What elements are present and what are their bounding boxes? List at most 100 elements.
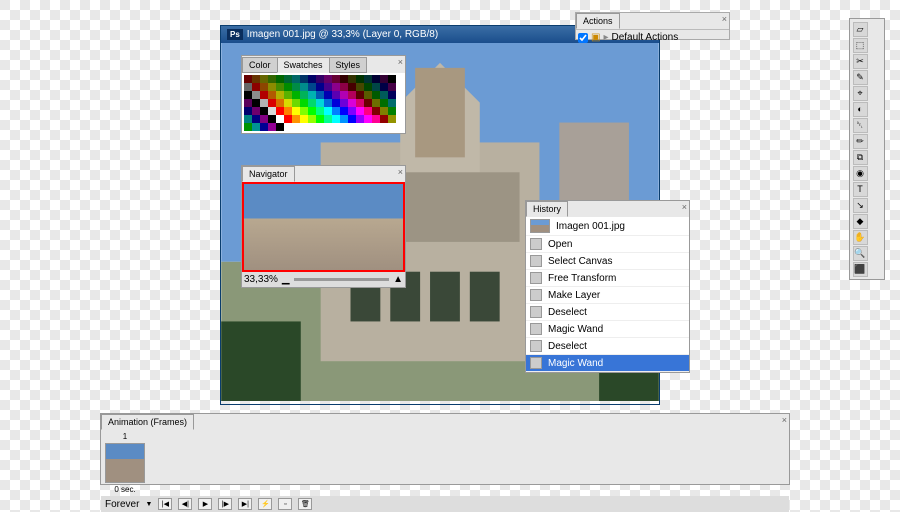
swatch[interactable]: [292, 75, 300, 83]
swatch[interactable]: [284, 75, 292, 83]
swatch[interactable]: [324, 83, 332, 91]
swatch[interactable]: [324, 75, 332, 83]
swatch[interactable]: [356, 107, 364, 115]
swatch[interactable]: [260, 83, 268, 91]
swatch[interactable]: [388, 91, 396, 99]
frame-duration[interactable]: 0 sec.: [103, 485, 147, 494]
swatch[interactable]: [372, 115, 380, 123]
swatch[interactable]: [244, 107, 252, 115]
swatch[interactable]: [372, 75, 380, 83]
swatch[interactable]: [348, 83, 356, 91]
swatch[interactable]: [332, 115, 340, 123]
tab-swatches[interactable]: Swatches: [277, 57, 330, 73]
swatch[interactable]: [268, 75, 276, 83]
swatch[interactable]: [300, 99, 308, 107]
swatch[interactable]: [308, 107, 316, 115]
swatch[interactable]: [372, 107, 380, 115]
swatch[interactable]: [364, 99, 372, 107]
swatch[interactable]: [332, 99, 340, 107]
swatch[interactable]: [364, 115, 372, 123]
swatch[interactable]: [388, 75, 396, 83]
swatch[interactable]: [348, 115, 356, 123]
swatch[interactable]: [348, 99, 356, 107]
swatch[interactable]: [388, 83, 396, 91]
swatch[interactable]: [276, 91, 284, 99]
swatch[interactable]: [244, 123, 252, 131]
tool-11[interactable]: ↘: [853, 198, 868, 213]
swatch[interactable]: [268, 99, 276, 107]
tab-navigator[interactable]: Navigator: [242, 166, 295, 182]
tool-5[interactable]: ◐: [853, 102, 868, 117]
swatch[interactable]: [364, 91, 372, 99]
swatch[interactable]: [388, 115, 396, 123]
swatch[interactable]: [244, 115, 252, 123]
swatch[interactable]: [260, 123, 268, 131]
swatch[interactable]: [316, 107, 324, 115]
swatch[interactable]: [340, 75, 348, 83]
swatch[interactable]: [356, 75, 364, 83]
swatch[interactable]: [284, 123, 292, 131]
swatch[interactable]: [364, 75, 372, 83]
swatch[interactable]: [332, 75, 340, 83]
swatch[interactable]: [356, 83, 364, 91]
swatch[interactable]: [284, 91, 292, 99]
swatch[interactable]: [268, 115, 276, 123]
tab-actions[interactable]: Actions: [576, 13, 620, 29]
swatch[interactable]: [300, 75, 308, 83]
tool-14[interactable]: 🔍: [853, 246, 868, 261]
tool-4[interactable]: ⌖: [853, 86, 868, 101]
zoom-out-icon[interactable]: ▁: [282, 274, 290, 285]
tool-7[interactable]: ✏: [853, 134, 868, 149]
swatch[interactable]: [372, 83, 380, 91]
swatch[interactable]: [340, 91, 348, 99]
swatch[interactable]: [348, 107, 356, 115]
swatch[interactable]: [316, 115, 324, 123]
close-icon[interactable]: ×: [682, 202, 687, 212]
tool-0[interactable]: ▱: [853, 22, 868, 37]
tool-15[interactable]: ⬛: [853, 262, 868, 277]
swatch[interactable]: [292, 107, 300, 115]
tab-color[interactable]: Color: [242, 57, 278, 73]
swatch[interactable]: [300, 107, 308, 115]
history-item[interactable]: Open: [526, 236, 689, 253]
close-icon[interactable]: ×: [398, 57, 403, 67]
swatch[interactable]: [268, 107, 276, 115]
tool-6[interactable]: ␡: [853, 118, 868, 133]
history-item[interactable]: Free Transform: [526, 270, 689, 287]
swatch[interactable]: [292, 91, 300, 99]
swatch[interactable]: [316, 99, 324, 107]
swatch[interactable]: [268, 123, 276, 131]
swatch[interactable]: [292, 115, 300, 123]
swatch[interactable]: [276, 107, 284, 115]
swatch[interactable]: [380, 107, 388, 115]
swatch[interactable]: [316, 91, 324, 99]
swatch[interactable]: [388, 107, 396, 115]
swatch[interactable]: [276, 115, 284, 123]
swatch[interactable]: [356, 115, 364, 123]
history-item[interactable]: Deselect: [526, 304, 689, 321]
swatch[interactable]: [308, 115, 316, 123]
swatch[interactable]: [252, 99, 260, 107]
history-item[interactable]: Select Canvas: [526, 253, 689, 270]
close-icon[interactable]: ×: [782, 415, 787, 425]
swatch[interactable]: [284, 107, 292, 115]
swatch[interactable]: [324, 115, 332, 123]
history-document-row[interactable]: Imagen 001.jpg: [526, 217, 689, 236]
swatch[interactable]: [276, 83, 284, 91]
swatch[interactable]: [380, 83, 388, 91]
swatch[interactable]: [252, 83, 260, 91]
tool-2[interactable]: ✂: [853, 54, 868, 69]
swatch[interactable]: [380, 75, 388, 83]
swatch[interactable]: [380, 99, 388, 107]
swatch[interactable]: [316, 83, 324, 91]
swatch[interactable]: [244, 75, 252, 83]
tool-1[interactable]: ⬚: [853, 38, 868, 53]
swatch[interactable]: [252, 91, 260, 99]
swatch[interactable]: [356, 91, 364, 99]
loop-selector[interactable]: Forever: [105, 499, 139, 510]
swatch[interactable]: [308, 99, 316, 107]
tool-12[interactable]: ◆: [853, 214, 868, 229]
zoom-slider[interactable]: [294, 278, 389, 281]
swatch[interactable]: [252, 115, 260, 123]
swatch[interactable]: [380, 91, 388, 99]
